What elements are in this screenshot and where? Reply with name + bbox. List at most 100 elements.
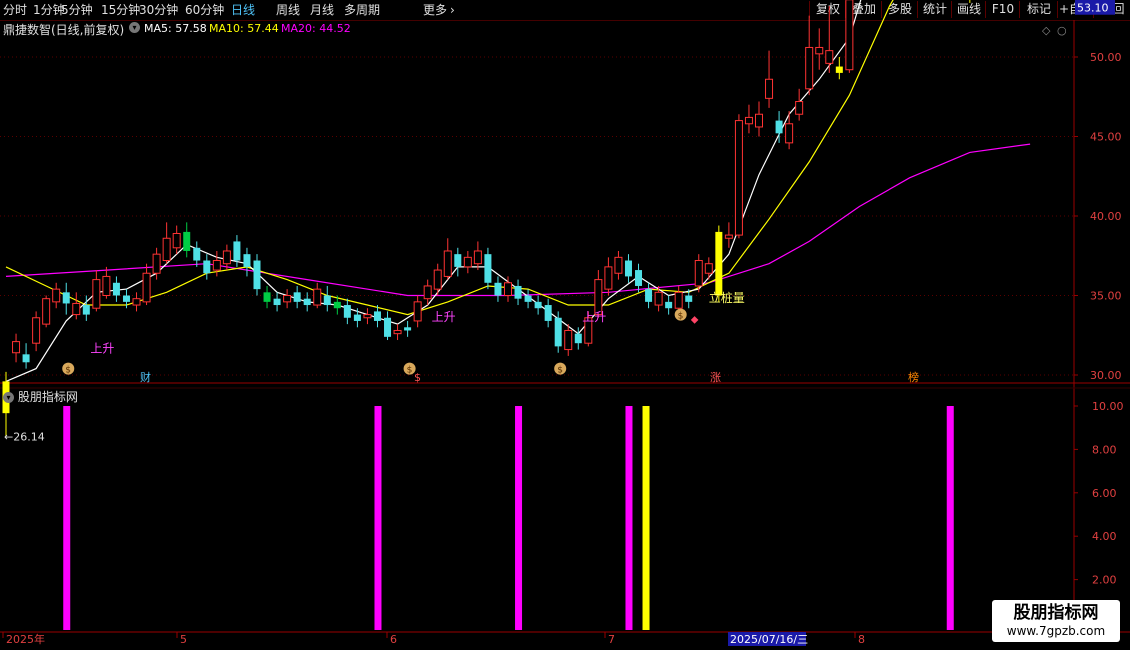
candle-body: [323, 295, 331, 306]
candle-body: [22, 354, 30, 363]
candle-body: [263, 292, 271, 302]
candle-body: [102, 275, 111, 297]
candle-body: [674, 291, 683, 309]
gem-icon: ◆: [691, 315, 699, 326]
low-price-label: ←26.14: [4, 430, 45, 443]
rise-label: 上升: [90, 342, 114, 356]
candle-body: [704, 263, 713, 274]
candle-body: [574, 333, 582, 344]
event-mark: $: [414, 371, 421, 384]
candle-body: [132, 298, 141, 306]
ma5-value: MA5: 57.58: [144, 22, 207, 35]
cursor-date-label: 2025/07/16/三: [730, 633, 808, 646]
date-label: 8: [858, 633, 865, 646]
candle-body: [825, 50, 834, 64]
candle-body: [212, 260, 221, 271]
candle-body: [564, 329, 573, 351]
candle-body: [685, 295, 693, 302]
diamond-icon: ◇: [1042, 24, 1051, 37]
candle-body: [715, 231, 723, 296]
money-bag-glyph: $: [557, 366, 563, 376]
candle-body: [343, 305, 351, 318]
candle-body: [273, 298, 281, 306]
candle-body: [463, 256, 472, 268]
logo-name: 股朋指标网: [1013, 603, 1099, 623]
price-tick-label: 50.00: [1090, 51, 1122, 64]
indicator-bar: [625, 406, 633, 630]
candle-body: [514, 285, 522, 299]
candle-body: [645, 289, 653, 302]
site-logo: 股朋指标网 www.7gpzb.com: [992, 600, 1120, 642]
candle-body: [423, 285, 432, 300]
candle-body: [183, 231, 191, 251]
candle-body: [333, 301, 341, 309]
settings-circle-icon[interactable]: ▾: [3, 392, 14, 403]
event-mark: 榜: [908, 370, 919, 384]
event-mark: 财: [140, 370, 151, 384]
current-price-label: 53.10: [1077, 2, 1109, 15]
indicator-bar: [63, 406, 71, 630]
candle-body: [222, 250, 231, 265]
stand-pile-label: 立桩量: [709, 290, 745, 305]
indicator-bar: [946, 406, 954, 630]
candle-body: [504, 282, 512, 296]
candle-body: [253, 260, 261, 290]
indicator-bar: [642, 406, 650, 630]
candle-body: [42, 298, 51, 325]
candle-body: [845, 0, 854, 71]
settings-circle-icon[interactable]: ▾: [129, 22, 140, 33]
candle-body: [404, 327, 412, 331]
kline-chart[interactable]: 65.0060.0055.0050.0045.0040.0035.0030.00…: [0, 0, 1130, 650]
logo-url: www.7gpzb.com: [1006, 624, 1106, 638]
candle-body: [112, 282, 120, 296]
candle-body: [193, 247, 201, 261]
candle-body: [413, 301, 422, 322]
candle-body: [604, 266, 613, 290]
candle-body: [805, 46, 814, 90]
candle-body: [484, 254, 492, 283]
candle-body: [152, 253, 161, 274]
candle-body: [313, 288, 322, 306]
candle-body: [654, 291, 663, 306]
candle-body: [785, 123, 794, 144]
candle-body: [283, 295, 292, 303]
money-bag-glyph: $: [407, 366, 413, 376]
candle-body: [765, 78, 774, 99]
rise-label: 上升: [432, 310, 456, 324]
candle-body: [473, 250, 482, 265]
stock-title: 鼎捷数智(日线,前复权): [3, 23, 125, 37]
ma20-value: MA20: 44.52: [281, 22, 351, 35]
indicator-bar: [374, 406, 382, 630]
circle-icon: ○: [1057, 24, 1067, 37]
candle-body: [694, 260, 703, 287]
candle-body: [433, 269, 442, 290]
money-bag-glyph: $: [678, 312, 684, 322]
indicator-tick-label: 8.00: [1092, 443, 1117, 456]
money-bag-glyph: $: [65, 366, 71, 376]
candle-body: [72, 302, 81, 316]
candle-body: [172, 232, 181, 249]
event-mark: 涨: [710, 371, 721, 384]
candle-body: [303, 298, 311, 306]
candle-body: [92, 279, 101, 309]
candle-body: [363, 314, 372, 319]
candle-body: [62, 292, 70, 304]
date-label: 2025年: [6, 632, 45, 646]
candle-body: [454, 254, 462, 267]
candle-body: [122, 295, 130, 302]
candle-body: [734, 120, 743, 236]
candle-body: [82, 305, 90, 315]
candle-body: [815, 46, 824, 55]
candle-body: [12, 341, 21, 354]
indicator-tick-label: 2.00: [1092, 574, 1117, 587]
price-tick-label: 35.00: [1090, 290, 1122, 303]
indicator-tick-label: 10.00: [1092, 400, 1124, 413]
date-label: 5: [180, 633, 187, 646]
date-label: 6: [390, 633, 397, 646]
candle-body: [665, 301, 673, 309]
indicator-tick-label: 6.00: [1092, 487, 1117, 500]
candle-body: [534, 301, 542, 309]
indicator-tick-label: 4.00: [1092, 530, 1117, 543]
candle-body: [384, 317, 392, 337]
price-tick-label: 45.00: [1090, 131, 1122, 144]
